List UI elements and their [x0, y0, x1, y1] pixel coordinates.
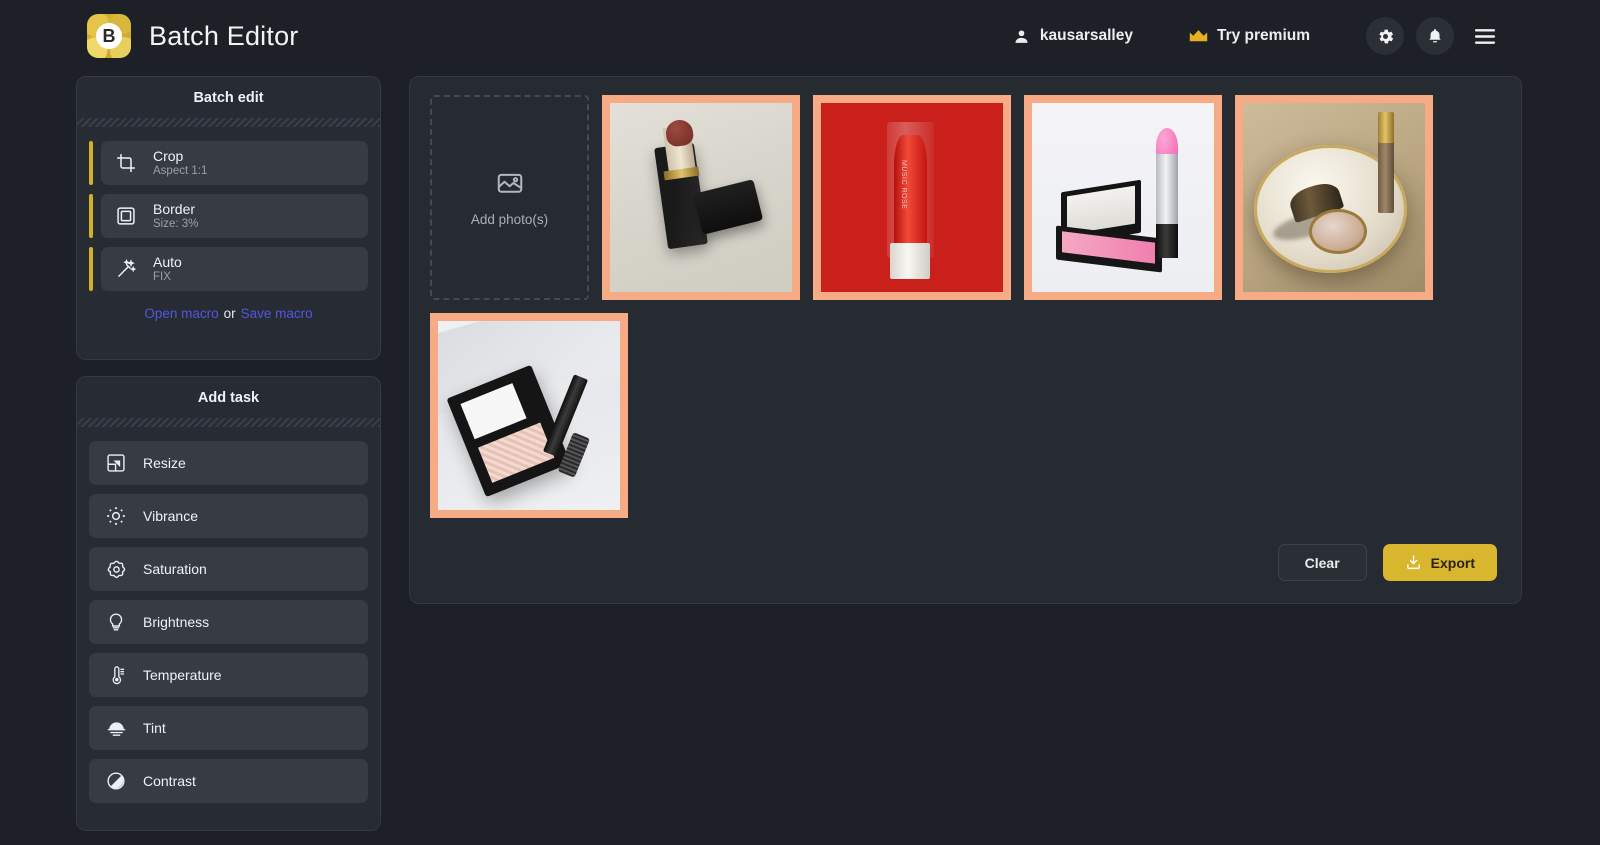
download-icon	[1405, 554, 1422, 571]
resize-icon	[103, 453, 129, 473]
workspace-actions: Clear Export	[1277, 544, 1497, 581]
photo-art	[438, 321, 620, 510]
item-title: Crop	[153, 147, 184, 164]
tint-icon	[103, 718, 129, 739]
task-item-resize[interactable]: Resize	[89, 441, 368, 485]
accent-bar	[89, 194, 93, 238]
crop-icon	[113, 153, 139, 173]
try-premium-button[interactable]: Try premium	[1189, 27, 1310, 45]
accent-bar	[89, 141, 93, 185]
macro-or-text: or	[223, 306, 236, 321]
task-item-contrast[interactable]: Contrast	[89, 759, 368, 803]
panel-divider	[77, 418, 380, 427]
panel-divider	[77, 118, 380, 127]
vibrance-icon	[103, 506, 129, 526]
header-actions: kausarsalley Try premium	[1013, 17, 1504, 55]
task-item-brightness[interactable]: Brightness	[89, 600, 368, 644]
photo-art	[610, 103, 792, 292]
contrast-icon	[103, 771, 129, 791]
task-item-saturation[interactable]: Saturation	[89, 547, 368, 591]
export-label: Export	[1430, 554, 1475, 571]
task-item-tint[interactable]: Tint	[89, 706, 368, 750]
task-label: Vibrance	[143, 508, 199, 524]
batch-edit-panel: Batch edit Crop Aspect 1:1 Border Size: …	[76, 76, 381, 360]
username-label: kausarsalley	[1039, 27, 1133, 44]
photo-art	[1032, 103, 1214, 292]
add-task-title: Add task	[197, 389, 260, 406]
user-icon	[1013, 28, 1030, 45]
item-title: Auto	[153, 253, 182, 270]
photo-overlay-text: MUSIC ROSE	[899, 159, 907, 210]
item-subtitle: Size: 3%	[153, 217, 199, 230]
photo-thumbnail[interactable]	[430, 313, 628, 518]
batch-edit-item-border[interactable]: Border Size: 3%	[89, 194, 368, 238]
item-title: Border	[153, 200, 196, 217]
bell-icon	[1426, 27, 1444, 46]
app-logo-icon: B	[87, 14, 131, 58]
image-placeholder-icon	[495, 168, 525, 198]
logo-letter: B	[96, 23, 122, 49]
item-subtitle: FIX	[153, 270, 171, 283]
photo-grid: Add photo(s) MUSIC ROSE	[430, 95, 1502, 518]
page-title: Batch Editor	[149, 20, 299, 51]
macro-links: Open macro or Save macro	[89, 306, 368, 321]
task-item-temperature[interactable]: Temperature	[89, 653, 368, 697]
add-task-body: Resize Vibrance Saturation Brightness Te…	[77, 427, 380, 803]
task-item-vibrance[interactable]: Vibrance	[89, 494, 368, 538]
batch-edit-body: Crop Aspect 1:1 Border Size: 3% Auto FIX…	[77, 127, 380, 321]
dropzone-label: Add photo(s)	[470, 212, 549, 227]
export-button[interactable]: Export	[1382, 544, 1497, 581]
batch-edit-item-crop[interactable]: Crop Aspect 1:1	[89, 141, 368, 185]
app-header: B Batch Editor kausarsalley Try premium	[0, 0, 1600, 72]
photo-workspace-panel: Add photo(s) MUSIC ROSE Clear Export	[409, 76, 1522, 604]
photo-thumbnail[interactable]	[602, 95, 800, 300]
brightness-icon	[103, 612, 129, 632]
add-task-panel: Add task Resize Vibrance Saturation Brig…	[76, 376, 381, 831]
batch-edit-title: Batch edit	[193, 89, 264, 106]
task-label: Tint	[143, 720, 166, 736]
photo-thumbnail[interactable]	[1235, 95, 1433, 300]
crown-icon	[1189, 29, 1208, 44]
saturation-icon	[103, 559, 129, 580]
magic-wand-icon	[113, 259, 139, 279]
clear-button[interactable]: Clear	[1277, 544, 1367, 581]
accent-bar	[89, 247, 93, 291]
photo-thumbnail[interactable]: MUSIC ROSE	[813, 95, 1011, 300]
task-label: Temperature	[143, 667, 222, 683]
settings-button[interactable]	[1366, 17, 1404, 55]
hamburger-menu-icon	[1474, 28, 1496, 45]
photo-art: MUSIC ROSE	[821, 103, 1003, 292]
task-label: Brightness	[143, 614, 210, 630]
try-premium-label: Try premium	[1216, 27, 1310, 44]
batch-edit-item-auto[interactable]: Auto FIX	[89, 247, 368, 291]
gear-icon	[1376, 27, 1395, 46]
temperature-icon	[103, 665, 129, 685]
border-icon	[113, 206, 139, 226]
task-label: Resize	[143, 455, 186, 471]
item-subtitle: Aspect 1:1	[153, 164, 208, 177]
task-label: Contrast	[143, 773, 196, 789]
account-button[interactable]: kausarsalley	[1013, 27, 1133, 45]
menu-button[interactable]	[1466, 17, 1504, 55]
brand: B Batch Editor	[87, 14, 298, 58]
open-macro-link[interactable]: Open macro	[144, 306, 218, 321]
photo-thumbnail[interactable]	[1024, 95, 1222, 300]
save-macro-link[interactable]: Save macro	[241, 306, 313, 321]
add-photos-dropzone[interactable]: Add photo(s)	[430, 95, 589, 300]
task-label: Saturation	[143, 561, 207, 577]
notifications-button[interactable]	[1416, 17, 1454, 55]
photo-art	[1243, 103, 1425, 292]
